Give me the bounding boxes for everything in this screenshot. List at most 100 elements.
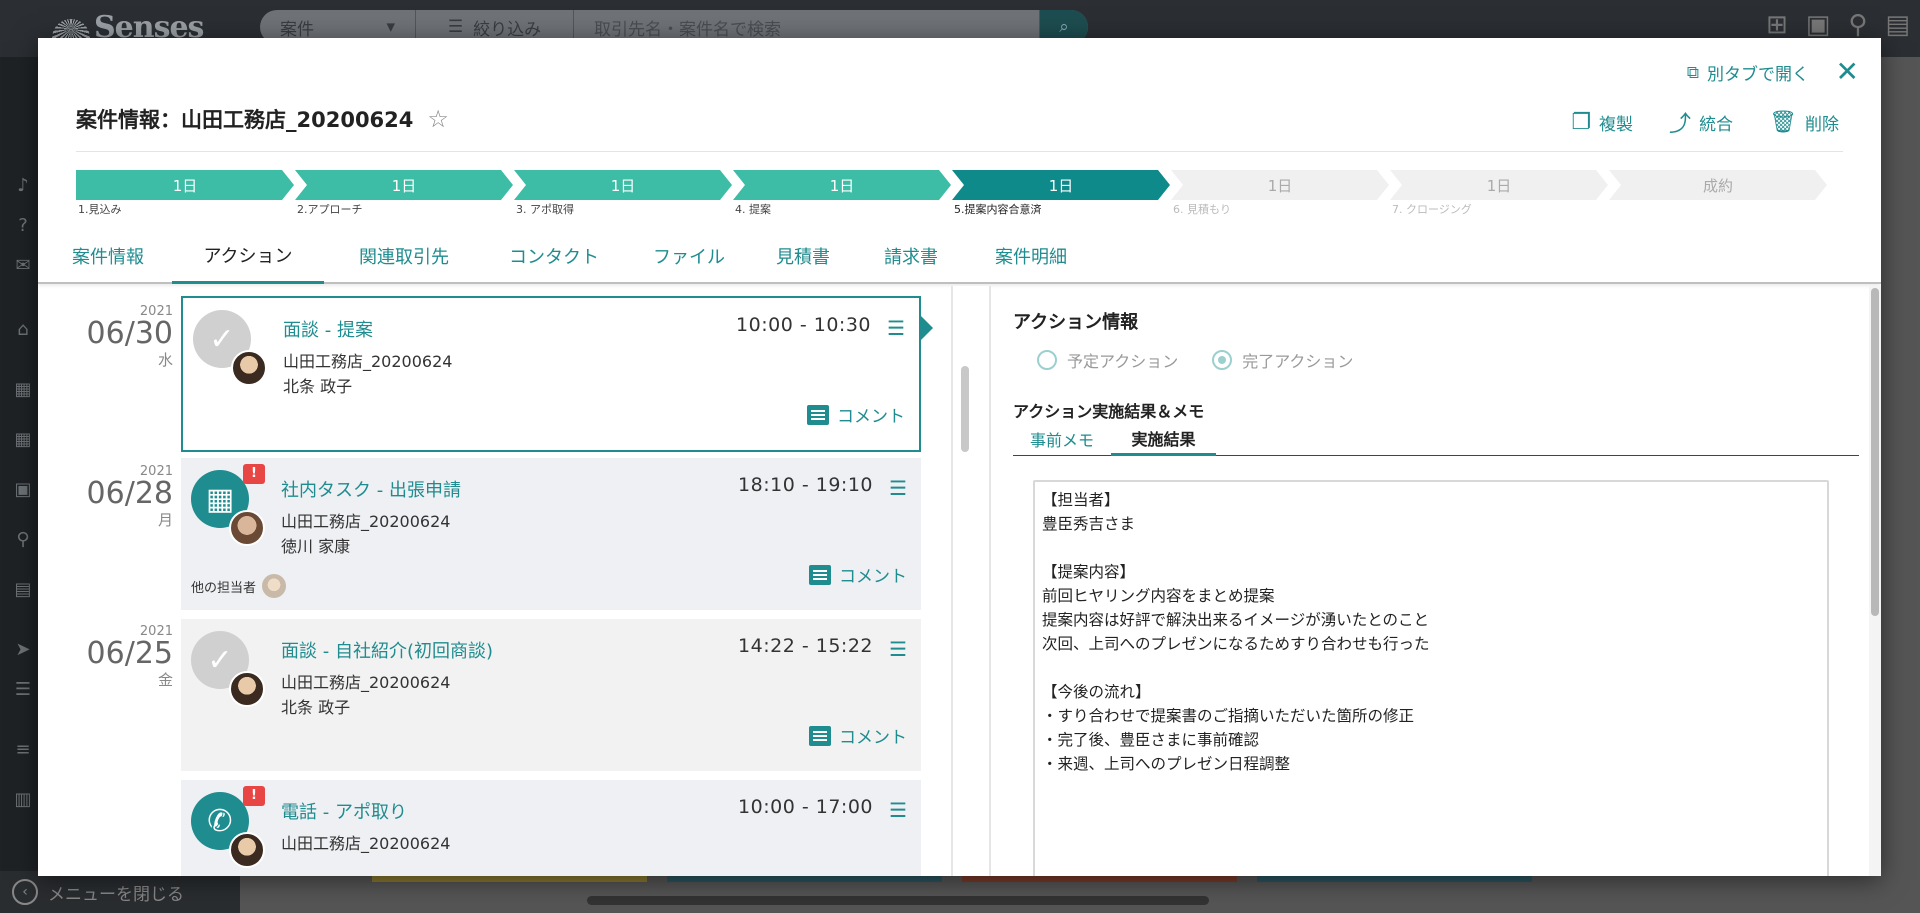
- avatar: [262, 574, 287, 598]
- action-person: 徳川 家康: [281, 537, 351, 556]
- grid-icon: ▦: [14, 429, 32, 450]
- section-heading: アクション実施結果＆メモ: [1013, 402, 1205, 421]
- home-icon: ⌂: [17, 319, 29, 340]
- hamburger-menu-icon[interactable]: ☰: [887, 318, 905, 338]
- comment-icon: [809, 725, 831, 746]
- page-title: 案件情報：山田工務店_20200624 ☆: [76, 105, 449, 133]
- walk-icon: ⚲: [16, 529, 30, 550]
- radio-planned-action[interactable]: 予定アクション: [1037, 348, 1178, 372]
- tab-result[interactable]: 実施結果: [1111, 422, 1216, 456]
- action-title[interactable]: 社内タスク - 出張申請: [281, 476, 461, 502]
- delete-button[interactable]: 🗑 削除: [1769, 106, 1839, 138]
- comment-icon: [809, 564, 831, 585]
- tab-quotes[interactable]: 見積書: [754, 228, 852, 284]
- detail-scrollbar[interactable]: [1869, 286, 1881, 876]
- sales-pipeline: 1日 1.見込み 1日 2.アプローチ 1日 3. アポ取得 1日 4. 提案 1日 5.…: [76, 170, 1844, 220]
- open-in-new-tab-button[interactable]: ⧉ 別タブで開く: [1686, 60, 1809, 86]
- merge-icon: ⤴: [1669, 112, 1692, 137]
- action-time: 10:00 - 10:30: [736, 314, 871, 336]
- scroll-thumb[interactable]: [1871, 288, 1879, 616]
- bg-strip: [372, 876, 647, 882]
- date-group: 2021 06/30 水: [86, 304, 173, 369]
- alert-badge: !: [243, 786, 265, 806]
- close-icon[interactable]: ✕: [1836, 58, 1859, 86]
- tab-actions[interactable]: アクション: [172, 228, 324, 284]
- tab-deal-details[interactable]: 案件明細: [970, 228, 1092, 284]
- action-person: 北条 政子: [283, 377, 353, 396]
- action-card[interactable]: ▦ ! 社内タスク - 出張申請 18:10 - 19:10 ☰ 山田工務店_2…: [181, 458, 921, 610]
- action-title[interactable]: 面談 - 自社紹介(初回商談): [281, 637, 493, 663]
- comment-icon: [807, 404, 829, 425]
- trash-icon: 🗑: [1769, 109, 1797, 135]
- tab-deal-info[interactable]: 案件情報: [48, 228, 168, 284]
- add-deal-icon: ▣: [1805, 10, 1831, 40]
- action-company: 山田工務店_20200624: [281, 834, 451, 853]
- pipeline-stage[interactable]: 1日 6. 見積もり: [1171, 170, 1389, 216]
- action-title[interactable]: 電話 - アポ取り: [281, 798, 407, 824]
- duplicate-button[interactable]: ❐ 複製: [1571, 106, 1633, 138]
- radio-checked-icon: [1212, 350, 1233, 370]
- comment-button[interactable]: コメント: [809, 562, 907, 587]
- deal-tabs: 案件情報 アクション 関連取引先 コンタクト ファイル 見積書 請求書 案件明細: [38, 228, 1881, 284]
- pipeline-stage[interactable]: 1日 3. アポ取得: [514, 170, 732, 216]
- top-icons: ⊞ ▣ ⚲ ▤: [1766, 10, 1910, 40]
- pipeline-stage-current[interactable]: 1日 5.提案内容合意済: [952, 170, 1170, 216]
- add-action-icon: ⚲: [1848, 10, 1868, 40]
- external-link-icon: ⧉: [1686, 62, 1699, 83]
- card-icon: ▤: [14, 579, 32, 600]
- star-icon[interactable]: ☆: [427, 105, 449, 133]
- merge-button[interactable]: ⤴ 統合: [1669, 106, 1733, 138]
- scroll-thumb[interactable]: [961, 366, 969, 452]
- bell-icon: ♪: [17, 175, 29, 196]
- mail-icon: ✉: [15, 255, 31, 276]
- action-company: 山田工務店_20200624: [281, 673, 451, 692]
- action-card[interactable]: ✓ 面談 - 自社紹介(初回商談) 14:22 - 15:22 ☰ 山田工務店_…: [181, 619, 921, 771]
- tab-pre-memo[interactable]: 事前メモ: [1013, 422, 1111, 456]
- pipeline-stage[interactable]: 1日 1.見込み: [76, 170, 294, 216]
- action-detail-panel: アクション情報 予定アクション 完了アクション アクション実施結果＆メモ 事前メ…: [993, 286, 1881, 876]
- header-divider: [76, 151, 1843, 152]
- action-title[interactable]: 面談 - 提案: [283, 316, 373, 342]
- help-icon: ?: [18, 215, 28, 236]
- list-scrollbar[interactable]: [951, 286, 991, 876]
- tab-related-companies[interactable]: 関連取引先: [334, 228, 474, 284]
- chevron-left-icon: ‹: [12, 879, 38, 905]
- memo-tabs: 事前メモ 実施結果: [1013, 422, 1859, 456]
- send-icon: ➤: [15, 639, 31, 660]
- filter-icon: ☰: [447, 17, 464, 37]
- header-actions: ❐ 複製 ⤴ 統合 🗑 削除: [1571, 106, 1839, 138]
- pipeline-stage[interactable]: 1日 7. クロージング: [1390, 170, 1608, 216]
- result-memo-textarea[interactable]: 【担当者】 豊臣秀吉さま 【提案内容】 前回ヒヤリング内容をまとめ提案 提案内容…: [1033, 480, 1829, 876]
- hamburger-menu-icon[interactable]: ☰: [889, 800, 907, 820]
- other-assignees: 他の担当者: [191, 574, 287, 598]
- action-company: 山田工務店_20200624: [283, 352, 453, 371]
- tab-invoices[interactable]: 請求書: [862, 228, 960, 284]
- company-icon: ▦: [14, 379, 32, 400]
- action-card-selected[interactable]: ✓ 面談 - 提案 10:00 - 10:30 ☰ 山田工務店_20200624…: [181, 296, 933, 452]
- action-time: 14:22 - 15:22: [738, 635, 873, 657]
- tab-files[interactable]: ファイル: [634, 228, 744, 284]
- alert-badge: !: [243, 464, 265, 484]
- tab-contacts[interactable]: コンタクト: [484, 228, 624, 284]
- radio-completed-action[interactable]: 完了アクション: [1212, 348, 1353, 372]
- pipeline-stage-won[interactable]: 成約: [1609, 170, 1827, 200]
- add-contact-icon: ▤: [1885, 10, 1910, 40]
- action-time: 18:10 - 19:10: [738, 474, 873, 496]
- date-group: 2021 06/28 月: [86, 464, 173, 529]
- hamburger-menu-icon[interactable]: ☰: [889, 639, 907, 659]
- avatar: [229, 832, 265, 868]
- action-company: 山田工務店_20200624: [281, 512, 451, 531]
- action-time: 10:00 - 17:00: [738, 796, 873, 818]
- hamburger-menu-icon[interactable]: ☰: [889, 478, 907, 498]
- radio-icon: [1037, 350, 1057, 370]
- avatar: [231, 350, 267, 386]
- action-card[interactable]: ✆ ! 電話 - アポ取り 10:00 - 17:00 ☰ 山田工務店_2020…: [181, 780, 921, 876]
- pipeline-stage[interactable]: 1日 2.アプローチ: [295, 170, 513, 216]
- bg-horizontal-scrollbar: [587, 896, 1209, 905]
- list-icon: ☰: [14, 679, 32, 700]
- comment-button[interactable]: コメント: [809, 723, 907, 748]
- action-status-radios: 予定アクション 完了アクション: [1037, 348, 1353, 372]
- briefcase-icon: ▣: [14, 479, 32, 500]
- pipeline-stage[interactable]: 1日 4. 提案: [733, 170, 951, 216]
- comment-button[interactable]: コメント: [807, 402, 905, 427]
